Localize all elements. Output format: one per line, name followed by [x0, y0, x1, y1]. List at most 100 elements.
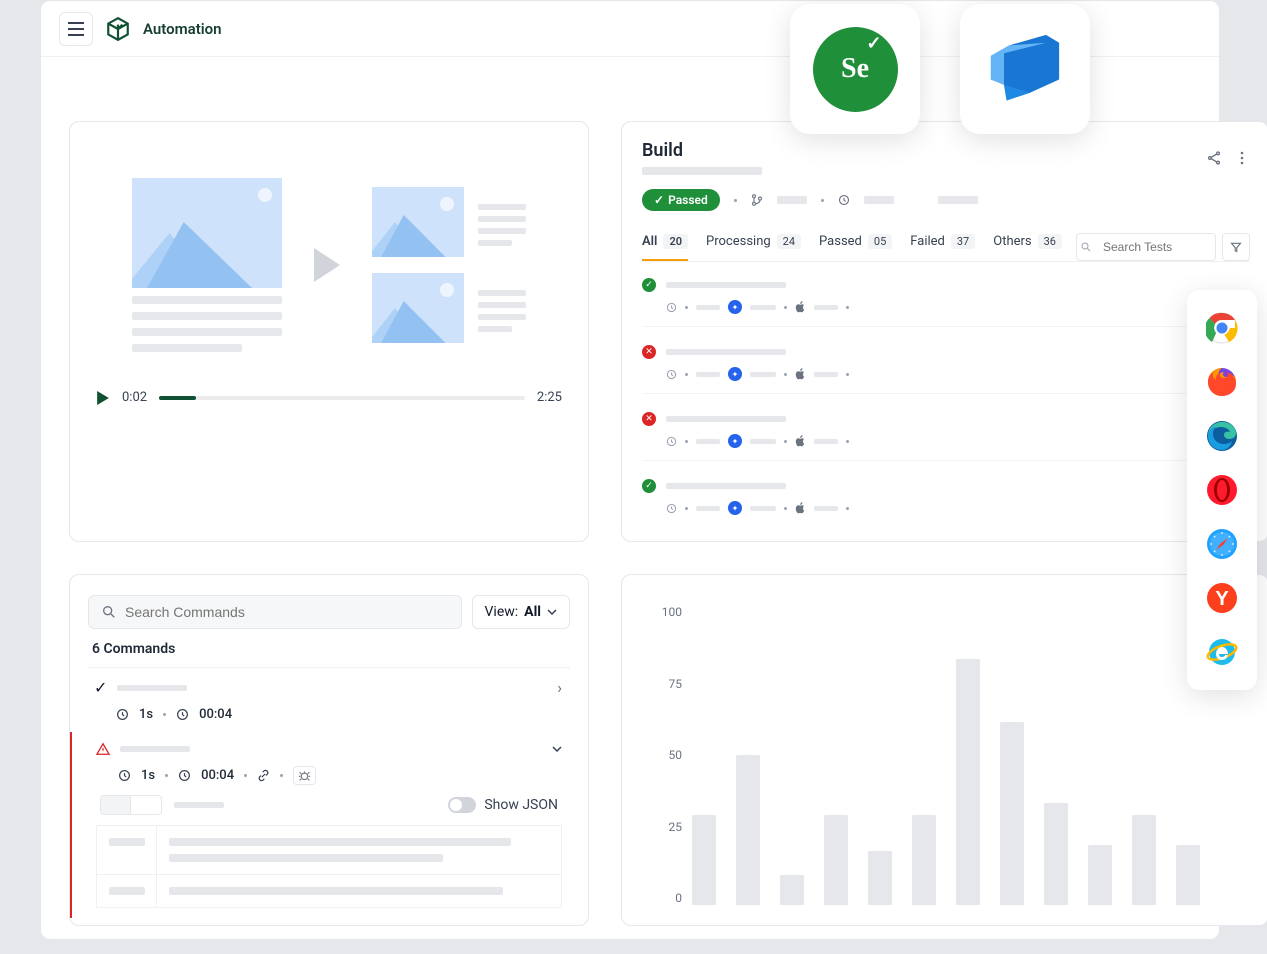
chart-bar — [1088, 845, 1112, 905]
warning-icon — [96, 742, 110, 756]
edge-icon — [1206, 420, 1238, 452]
azure-devops-integration-badge — [960, 4, 1090, 134]
y-tick: 75 — [652, 677, 682, 691]
tab-failed[interactable]: Failed37 — [910, 234, 975, 261]
video-progress-slider[interactable] — [159, 396, 525, 400]
chrome-icon — [1206, 312, 1238, 344]
command-details-table — [96, 825, 562, 908]
tab-count: 05 — [868, 234, 892, 249]
tab-label: Processing — [706, 234, 771, 249]
tab-count: 37 — [951, 234, 975, 249]
opera-icon — [1206, 474, 1238, 506]
play-icon — [314, 248, 340, 282]
status-badge: ✓ Passed — [642, 189, 720, 211]
tab-count: 20 — [663, 234, 688, 249]
chart-bar — [824, 815, 848, 905]
segment-control[interactable] — [100, 795, 162, 815]
bug-button[interactable] — [293, 766, 316, 785]
build-panel: Build ✓ Passed — [621, 121, 1267, 542]
search-commands-input[interactable] — [125, 604, 449, 620]
chart-bar — [1132, 815, 1156, 905]
pass-status-icon: ✓ — [642, 479, 656, 493]
apple-icon — [795, 301, 806, 313]
thumb-placeholder — [372, 187, 464, 257]
selenium-label: Se — [841, 53, 869, 85]
firefox-icon — [1206, 366, 1238, 398]
browser-dock: Y — [1187, 290, 1257, 690]
search-icon — [1080, 241, 1092, 253]
chart-bar — [1000, 722, 1024, 905]
chevron-down-icon — [547, 609, 557, 615]
chart-bar — [780, 875, 804, 905]
commands-panel: View: All 6 Commands ✓ › 1s — [69, 574, 589, 926]
y-tick: 0 — [652, 891, 682, 905]
search-commands-input-wrap[interactable] — [88, 595, 462, 629]
link-icon — [257, 769, 270, 782]
y-tick: 100 — [652, 605, 682, 619]
command-duration: 1s — [141, 768, 155, 783]
chart-bar — [1044, 803, 1068, 905]
safari-mini-icon: ✦ — [728, 501, 742, 515]
menu-button[interactable] — [59, 12, 93, 46]
safari-icon — [1206, 528, 1238, 560]
build-title: Build — [642, 140, 762, 161]
svg-text:Y: Y — [1215, 588, 1229, 610]
test-row[interactable]: ✕ ✦ — [642, 412, 1250, 461]
chart-bar — [956, 659, 980, 905]
video-preview-panel: 0:02 2:25 — [69, 121, 589, 542]
chart-bar — [736, 755, 760, 905]
safari-mini-icon: ✦ — [728, 300, 742, 314]
command-timestamp: 00:04 — [201, 768, 234, 783]
clock-icon — [666, 369, 677, 380]
y-tick: 50 — [652, 748, 682, 762]
check-icon: ✓ — [94, 678, 107, 697]
branch-icon — [751, 194, 763, 206]
fail-status-icon: ✕ — [642, 412, 656, 426]
show-json-label: Show JSON — [484, 797, 558, 813]
chevron-right-icon: › — [557, 678, 562, 697]
search-tests-input[interactable] — [1076, 233, 1216, 261]
apple-icon — [795, 502, 806, 514]
chart-panel: 100 75 50 25 0 — [621, 574, 1267, 926]
yandex-icon: Y — [1206, 582, 1238, 614]
tab-others[interactable]: Others 36 — [993, 234, 1062, 261]
command-row[interactable]: 1s 00:04 — [70, 732, 570, 918]
tab-label: Others — [993, 234, 1031, 249]
test-row[interactable]: ✕ ✦ — [642, 345, 1250, 394]
safari-mini-icon: ✦ — [728, 434, 742, 448]
chevron-down-icon — [552, 746, 562, 752]
chart-bar — [868, 851, 892, 905]
view-value: All — [524, 604, 541, 620]
show-json-toggle[interactable] — [448, 797, 476, 813]
more-button[interactable] — [1234, 150, 1250, 166]
view-selector[interactable]: View: All — [472, 595, 570, 629]
commands-count: 6 Commands — [88, 629, 570, 667]
share-button[interactable] — [1206, 150, 1222, 166]
command-row[interactable]: ✓ › 1s 00:04 — [88, 668, 570, 732]
tab-passed[interactable]: Passed 05 — [819, 234, 892, 261]
selenium-integration-badge: ✓ Se — [790, 4, 920, 134]
check-icon: ✓ — [654, 193, 664, 207]
y-tick: 25 — [652, 820, 682, 834]
tab-count: 24 — [777, 234, 801, 249]
clock-icon — [666, 503, 677, 514]
large-image-placeholder — [132, 178, 282, 288]
thumb-placeholder — [372, 273, 464, 343]
test-row[interactable]: ✓ ✦ — [642, 479, 1250, 527]
check-icon: ✓ — [866, 33, 881, 54]
clock-icon — [838, 194, 850, 206]
pass-status-icon: ✓ — [642, 278, 656, 292]
play-button[interactable] — [96, 391, 110, 405]
azure-devops-icon — [983, 27, 1067, 111]
test-row[interactable]: ✓ ✦ — [642, 278, 1250, 327]
status-label: Passed — [668, 193, 708, 207]
tab-processing[interactable]: Processing 24 — [706, 234, 801, 261]
page-title: Automation — [143, 20, 222, 38]
chart-bar — [912, 815, 936, 905]
tab-label: All — [642, 234, 657, 249]
tab-count: 36 — [1038, 234, 1062, 249]
filter-button[interactable] — [1222, 233, 1250, 261]
tab-label: Passed — [819, 234, 862, 249]
tab-all[interactable]: All 20 — [642, 234, 688, 261]
clock-icon — [666, 302, 677, 313]
